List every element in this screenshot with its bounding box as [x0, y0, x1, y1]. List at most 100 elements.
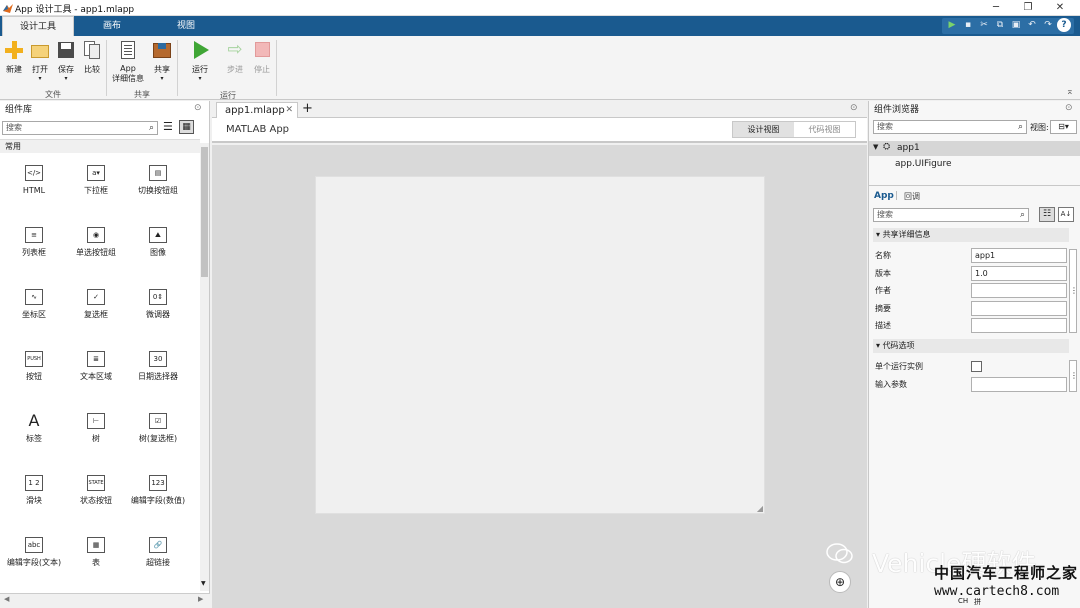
- browser-search-input[interactable]: 搜索 ⌕: [873, 120, 1027, 134]
- axes-icon: ∿: [25, 289, 43, 305]
- text-area-icon: ≣: [87, 351, 105, 367]
- input-args-field[interactable]: [971, 377, 1067, 392]
- group-view-icon[interactable]: ☷: [1039, 207, 1055, 222]
- tab-callbacks[interactable]: 回调: [904, 191, 920, 202]
- app-details-button[interactable]: App 详细信息: [110, 40, 146, 84]
- component-text-area[interactable]: ≣ 文本区域: [66, 351, 126, 382]
- scrollbar-thumb[interactable]: [201, 147, 208, 277]
- library-search-input[interactable]: 搜索 ⌕: [2, 121, 158, 135]
- view-dropdown[interactable]: ⊟▾: [1050, 120, 1077, 134]
- collapse-ribbon-icon[interactable]: ⌅: [1066, 87, 1074, 97]
- doc-menu-icon[interactable]: ⊙: [850, 103, 858, 113]
- component-numeric-field[interactable]: 123 编辑字段(数值): [121, 475, 195, 506]
- undo-quick-icon[interactable]: ↶: [1025, 18, 1039, 32]
- component-text-field[interactable]: abc 编辑字段(文本): [4, 537, 64, 568]
- component-label: 超链接: [146, 558, 170, 567]
- close-tab-icon[interactable]: ✕: [285, 103, 293, 118]
- component-checkbox[interactable]: ✓ 复选框: [66, 289, 126, 320]
- section-code-options[interactable]: ▾ 代码选项: [873, 339, 1069, 353]
- scroll-right-icon[interactable]: ▶: [198, 595, 203, 603]
- more-options-icon[interactable]: ⋮: [1069, 249, 1078, 333]
- component-image[interactable]: ⛰ 图像: [121, 227, 195, 258]
- component-date-picker[interactable]: 30 日期选择器: [121, 351, 195, 382]
- library-scrollbar[interactable]: ▼: [200, 143, 209, 591]
- component-label: 文本区域: [80, 372, 112, 381]
- add-tab-icon[interactable]: +: [302, 101, 313, 116]
- name-field[interactable]: app1: [971, 248, 1067, 263]
- brand-text: 中国汽车工程师之家: [934, 564, 1079, 582]
- component-library-panel: 组件库 ⊙ 搜索 ⌕ ☰ ▦ 常用 </> HTML a▾ 下拉框 ▤ 切换按钮组 ≡ 列表框…: [0, 101, 210, 593]
- more-options-icon[interactable]: ⋮: [1069, 360, 1078, 392]
- help-quick-icon[interactable]: ?: [1057, 18, 1071, 32]
- share-button[interactable]: 共享 ▾: [148, 40, 176, 82]
- single-instance-checkbox[interactable]: [971, 361, 982, 372]
- component-toggle-button-group[interactable]: ▤ 切换按钮组: [121, 165, 195, 196]
- component-axes[interactable]: ∿ 坐标区: [4, 289, 64, 320]
- grid-view-icon[interactable]: ▦: [179, 120, 194, 134]
- save-button[interactable]: 保存 ▾: [52, 40, 80, 82]
- save-quick-icon[interactable]: ▪: [961, 18, 975, 32]
- copy-quick-icon[interactable]: ⧉: [993, 18, 1007, 32]
- component-hyperlink[interactable]: 🔗 超链接: [121, 537, 195, 568]
- cut-quick-icon[interactable]: ✂: [977, 18, 991, 32]
- restore-button[interactable]: ❐: [1018, 2, 1038, 13]
- tree-root-row[interactable]: ▼ ⛭ app1: [869, 141, 1080, 156]
- description-field[interactable]: [971, 318, 1067, 333]
- tab-view[interactable]: 视图: [150, 16, 222, 36]
- component-listbox[interactable]: ≡ 列表框: [4, 227, 64, 258]
- ui-figure[interactable]: ◢: [315, 176, 765, 514]
- tab-app[interactable]: App: [874, 191, 894, 201]
- run-button[interactable]: 运行 ▾: [186, 40, 214, 82]
- tab-design-tools[interactable]: 设计工具: [2, 16, 74, 36]
- tab-app1[interactable]: app1.mlapp ✕: [216, 102, 298, 118]
- zoom-icon[interactable]: ⊕: [829, 571, 851, 593]
- paste-quick-icon[interactable]: ▣: [1009, 18, 1023, 32]
- library-hscrollbar[interactable]: ◀ ▶: [0, 593, 210, 608]
- component-slider[interactable]: 1 2 滑块: [4, 475, 64, 506]
- row-summary: 摘要: [875, 300, 1067, 317]
- group-share-label: 共享: [134, 90, 150, 99]
- scroll-left-icon[interactable]: ◀: [4, 595, 9, 603]
- component-html[interactable]: </> HTML: [4, 165, 64, 196]
- stop-button[interactable]: 停止: [248, 40, 276, 75]
- component-dropdown[interactable]: a▾ 下拉框: [66, 165, 126, 196]
- component-tree[interactable]: ⊢ 树: [66, 413, 126, 444]
- browser-title: 组件浏览器: [874, 105, 920, 115]
- component-radio-group[interactable]: ◉ 单选按钮组: [66, 227, 126, 258]
- component-push-button[interactable]: PUSH 按钮: [4, 351, 64, 382]
- tree-child-uifigure[interactable]: app.UIFigure: [895, 159, 952, 169]
- code-view-button[interactable]: 代码视图: [794, 122, 855, 137]
- component-label[interactable]: A 标签: [4, 413, 64, 444]
- new-button[interactable]: 新建: [0, 40, 28, 75]
- summary-field[interactable]: [971, 301, 1067, 316]
- tab-canvas[interactable]: 画布: [76, 16, 148, 36]
- panel-menu-icon[interactable]: ⊙: [194, 103, 202, 113]
- step-button[interactable]: ⇨ 步进: [221, 40, 249, 75]
- compare-button[interactable]: 比较: [78, 40, 106, 75]
- component-checkbox-tree[interactable]: ☑ 树(复选框): [121, 413, 195, 444]
- save-disk-icon: [56, 40, 76, 60]
- sort-az-icon[interactable]: A↓: [1058, 207, 1074, 222]
- open-button[interactable]: 打开 ▾: [26, 40, 54, 82]
- section-shared-details[interactable]: ▾ 共享详细信息: [873, 228, 1069, 242]
- design-view-button[interactable]: 设计视图: [733, 122, 794, 137]
- scroll-down-icon[interactable]: ▼: [201, 580, 206, 587]
- component-spinner[interactable]: 0⇕ 微调器: [121, 289, 195, 320]
- date-picker-icon: 30: [149, 351, 167, 367]
- search-icon: ⌕: [1019, 210, 1025, 220]
- list-view-icon[interactable]: ☰: [163, 120, 173, 133]
- inspector-search-input[interactable]: 搜索 ⌕: [873, 208, 1029, 222]
- redo-quick-icon[interactable]: ↷: [1041, 18, 1055, 32]
- browser-menu-icon[interactable]: ⊙: [1065, 103, 1073, 113]
- run-quick-icon[interactable]: ▶: [945, 18, 959, 32]
- component-table[interactable]: ▦ 表: [66, 537, 126, 568]
- component-label: 单选按钮组: [76, 248, 116, 257]
- close-button[interactable]: ✕: [1050, 2, 1070, 13]
- resize-grip-icon[interactable]: ◢: [757, 504, 763, 513]
- tree-collapse-icon[interactable]: ▼: [873, 143, 878, 151]
- component-state-button[interactable]: STATE 状态按钮: [66, 475, 126, 506]
- inspector-search-placeholder: 搜索: [877, 210, 893, 219]
- author-field[interactable]: [971, 283, 1067, 298]
- version-field[interactable]: 1.0: [971, 266, 1067, 281]
- minimize-button[interactable]: ─: [986, 2, 1006, 13]
